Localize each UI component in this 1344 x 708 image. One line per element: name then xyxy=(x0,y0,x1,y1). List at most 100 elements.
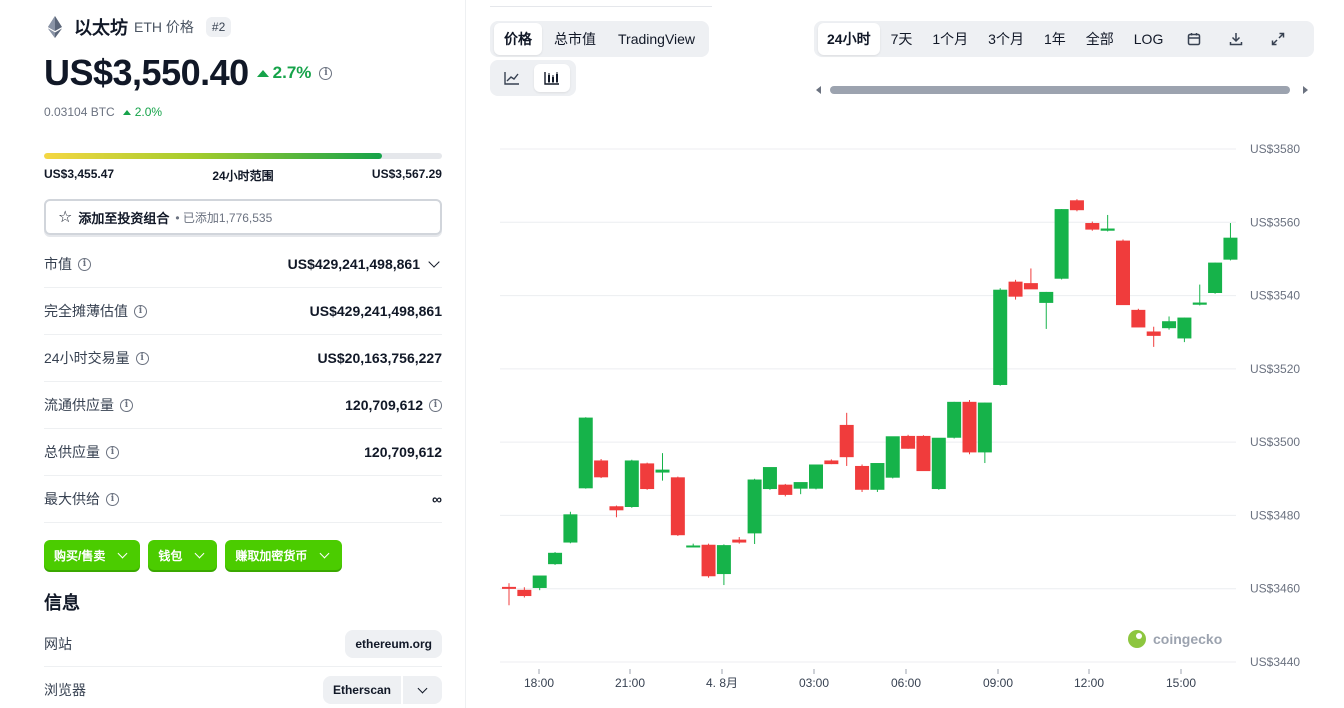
period-log[interactable]: LOG xyxy=(1125,25,1173,53)
info-icon[interactable]: i xyxy=(135,351,149,365)
tab-tradingview[interactable]: TradingView xyxy=(608,25,705,53)
candle-body xyxy=(1100,228,1115,231)
explorer-split-button: Etherscan xyxy=(322,676,442,704)
website-link[interactable]: ethereum.org xyxy=(345,629,442,658)
chevron-down-icon[interactable] xyxy=(428,256,440,268)
info-icon[interactable]: i xyxy=(429,398,442,412)
candlestick-icon xyxy=(544,72,559,85)
add-to-portfolio-button[interactable]: ☆ 添加至投资组合 • 已添加1,776,535 xyxy=(44,199,442,235)
period-7d[interactable]: 7天 xyxy=(882,23,922,55)
candle-body xyxy=(716,545,731,575)
stat-label: 总供应量 xyxy=(44,444,100,460)
candle-body xyxy=(532,575,547,588)
candle-body xyxy=(962,401,977,453)
price-row: US$3,550.40 2.7% i xyxy=(44,52,333,94)
period-1m[interactable]: 1个月 xyxy=(923,23,977,55)
candle-body xyxy=(1008,281,1023,297)
candle-body xyxy=(670,477,685,536)
buy-sell-button[interactable]: 购买/售卖 xyxy=(44,540,141,570)
explorer-row: 浏览器 Etherscan xyxy=(44,667,442,708)
candle-body xyxy=(977,402,992,453)
y-tick-label: US$3460 xyxy=(1250,582,1300,596)
candle-body xyxy=(548,552,563,565)
range-labels: US$3,455.47 24小时范围 US$3,567.29 xyxy=(44,167,442,184)
candle-body xyxy=(855,465,870,490)
y-tick-label: US$3520 xyxy=(1250,362,1300,376)
expand-icon xyxy=(1272,32,1285,46)
info-links: 网站 ethereum.org 浏览器 Etherscan xyxy=(44,621,442,708)
explorer-link[interactable]: Etherscan xyxy=(322,676,401,704)
y-tick-label: US$3440 xyxy=(1250,655,1300,669)
divider xyxy=(490,6,712,7)
scroll-left-arrow-icon[interactable] xyxy=(816,86,821,94)
candle-body xyxy=(1146,331,1161,336)
scrollbar-thumb[interactable] xyxy=(830,86,1290,94)
candle-body xyxy=(1023,283,1038,290)
info-icon[interactable]: i xyxy=(120,398,133,412)
candle-body xyxy=(563,514,578,543)
info-icon[interactable]: i xyxy=(106,492,119,506)
period-24h[interactable]: 24小时 xyxy=(818,23,880,55)
candle-body xyxy=(916,435,931,472)
up-triangle-icon xyxy=(256,69,269,77)
candle-body xyxy=(1192,302,1207,305)
candlestick-chart-button[interactable] xyxy=(534,64,570,92)
chevron-down-icon xyxy=(117,548,128,559)
candlestick-chart: US$3580 US$3560 US$3540 US$3520 US$3500 US$34… xyxy=(500,142,1300,690)
candle-body xyxy=(931,437,946,490)
candle-body xyxy=(732,539,747,543)
explorer-dropdown[interactable] xyxy=(403,676,442,704)
wallet-button[interactable]: 钱包 xyxy=(148,540,218,570)
candle-body xyxy=(1223,237,1238,260)
stat-value: 120,709,612 xyxy=(364,444,442,460)
candle-body xyxy=(1177,317,1192,339)
x-tick-label: 09:00 xyxy=(983,676,1013,690)
earn-crypto-button[interactable]: 赚取加密货币 xyxy=(225,540,343,570)
period-3m[interactable]: 3个月 xyxy=(979,23,1033,55)
range-low: US$3,455.47 xyxy=(44,167,115,181)
calendar-icon xyxy=(1188,33,1201,46)
y-tick-label: US$3560 xyxy=(1250,215,1300,229)
add-to-portfolio-label: 添加至投资组合 xyxy=(78,210,170,226)
candle-body xyxy=(502,586,516,589)
range-bar-fill xyxy=(44,153,383,159)
candle-body xyxy=(809,464,823,489)
candle-body xyxy=(793,482,808,489)
range-high: US$3,567.29 xyxy=(371,167,442,181)
period-selector: 24小时 7天 1个月 3个月 1年 全部 LOG xyxy=(814,21,1314,57)
stat-row-fdv: 完全摊薄估值 i US$429,241,498,861 xyxy=(44,288,442,335)
stats-list: 市值 i US$429,241,498,861 完全摊薄估值 i US$429,24… xyxy=(44,241,442,523)
candle-body xyxy=(1069,200,1084,211)
btc-change: 2.0% xyxy=(122,105,162,119)
calendar-button[interactable] xyxy=(1174,25,1214,53)
y-tick-label: US$3540 xyxy=(1250,289,1300,303)
candle-body xyxy=(870,463,885,490)
chart-scrollbar[interactable] xyxy=(816,84,1308,96)
coin-header: 以太坊 ETH 价格 #2 xyxy=(44,14,232,40)
period-all[interactable]: 全部 xyxy=(1077,23,1123,55)
stat-value: ∞ xyxy=(432,491,442,507)
candle-body xyxy=(594,460,609,478)
tab-price[interactable]: 价格 xyxy=(494,23,542,55)
scroll-right-arrow-icon[interactable] xyxy=(1303,86,1308,94)
chevron-down-icon xyxy=(319,548,330,559)
x-tick-label: 18:00 xyxy=(524,676,554,690)
info-icon[interactable]: i xyxy=(319,66,333,80)
period-1y[interactable]: 1年 xyxy=(1035,23,1075,55)
fullscreen-button[interactable] xyxy=(1258,25,1298,53)
info-icon[interactable]: i xyxy=(78,257,91,271)
coin-info-panel: 以太坊 ETH 价格 #2 US$3,550.40 2.7% i 0.03104… xyxy=(0,0,466,708)
up-triangle-icon xyxy=(122,109,131,115)
action-buttons: 购买/售卖 钱包 赚取加密货币 xyxy=(44,540,343,570)
info-icon[interactable]: i xyxy=(106,445,119,459)
candle-body xyxy=(778,484,793,495)
candle-body xyxy=(1208,262,1223,294)
line-chart-button[interactable] xyxy=(494,64,530,92)
candle-body xyxy=(1131,309,1146,328)
stat-label: 完全摊薄估值 xyxy=(44,303,128,319)
candle-body xyxy=(747,479,762,534)
download-button[interactable] xyxy=(1216,25,1256,53)
tab-market-cap[interactable]: 总市值 xyxy=(544,23,606,55)
website-label: 网站 xyxy=(44,635,72,652)
info-icon[interactable]: i xyxy=(134,304,147,318)
